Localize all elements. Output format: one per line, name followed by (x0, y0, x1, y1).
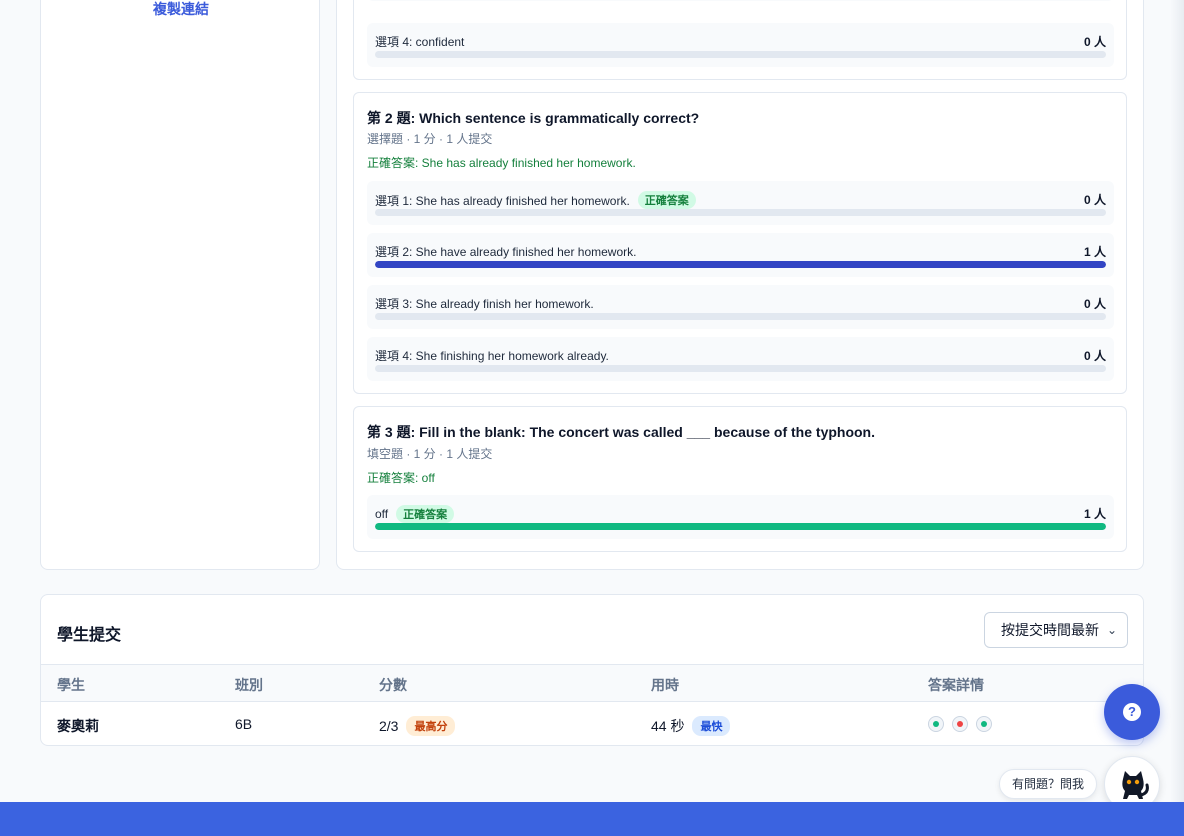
question-card-2: 第 2 題: Which sentence is grammatically c… (353, 92, 1127, 394)
chevron-down-icon: ⌄ (1106, 623, 1117, 637)
column-time: 用時 (651, 677, 679, 693)
option-label: 選項 4: She finishing her homework already… (375, 349, 609, 363)
column-answers: 答案詳情 (928, 677, 984, 693)
question-title: 第 2 題: Which sentence is grammatically c… (367, 110, 700, 126)
answer-wrong-dot[interactable] (952, 716, 968, 732)
option-count: 1 人 (1083, 245, 1106, 259)
option-bar-track (375, 261, 1106, 268)
question-card-3: 第 3 題: Fill in the blank: The concert wa… (353, 406, 1127, 552)
option-bar-track (375, 313, 1106, 320)
sort-select[interactable]: 按提交時間最新 ⌄ (984, 612, 1128, 648)
option-label: off 正確答案 (375, 505, 455, 523)
student-score: 2/3 最高分 (379, 716, 456, 736)
table-header: 學生 班別 分數 用時 答案詳情 (41, 664, 1143, 702)
option-label: 選項 2: She have already finished her home… (375, 245, 637, 259)
help-button[interactable]: ? (1104, 684, 1160, 740)
option-count: 0 人 (1083, 193, 1106, 207)
option-bar-fill (375, 261, 1106, 268)
question-1-option-4: 選項 4: confident 0 人 (367, 23, 1114, 67)
option-count: 0 人 (1083, 349, 1106, 363)
question-circle-icon: ? (1123, 703, 1141, 721)
option-bar-track (375, 523, 1106, 530)
question-2-option-3: 選項 3: She already finish her homework. 0… (367, 285, 1114, 329)
answer-correct-dot[interactable] (976, 716, 992, 732)
option-bar-track (375, 365, 1106, 372)
page-edge-shadow (1170, 0, 1184, 802)
student-name: 麥奧莉 (57, 718, 99, 734)
table-row[interactable]: 麥奧莉 6B 2/3 最高分 44 秒 最快 (41, 702, 1143, 746)
column-score: 分數 (379, 677, 407, 693)
option-label: 選項 1: She has already finished her homew… (375, 191, 696, 209)
question-2-option-4: 選項 4: She finishing her homework already… (367, 337, 1114, 381)
answer-details (928, 716, 992, 732)
column-student: 學生 (57, 677, 85, 693)
option-label: 選項 4: confident (375, 35, 465, 49)
question-1-option-3 (367, 0, 1114, 1)
option-bar-track (375, 209, 1106, 216)
correct-answer-text: 正確答案: off (367, 471, 435, 485)
sort-selected-value: 按提交時間最新 (1001, 622, 1099, 638)
student-submissions-card: 學生提交 按提交時間最新 ⌄ 學生 班別 分數 用時 答案詳情 麥奧莉 6B 2… (40, 594, 1144, 746)
correct-answer-text: 正確答案: She has already finished her homew… (367, 156, 636, 170)
correct-answer-badge: 正確答案 (396, 505, 455, 523)
footer-bar (0, 802, 1184, 836)
ask-me-button[interactable]: 有問題？問我 (999, 769, 1097, 799)
question-2-option-1: 選項 1: She has already finished her homew… (367, 181, 1114, 225)
top-score-badge: 最高分 (406, 716, 456, 736)
option-count: 0 人 (1083, 297, 1106, 311)
copy-link-button[interactable]: 複製連結 (153, 0, 209, 19)
option-label: 選項 3: She already finish her homework. (375, 297, 594, 311)
fastest-badge: 最快 (692, 716, 731, 736)
correct-answer-badge: 正確答案 (637, 191, 696, 209)
quiz-info-panel: 複製連結 (40, 0, 320, 570)
question-meta: 填空題 · 1 分 · 1 人提交 (367, 447, 493, 461)
option-count: 1 人 (1083, 507, 1106, 521)
question-card-1: 選項 4: confident 0 人 (353, 0, 1127, 80)
option-bar-fill (375, 523, 1106, 530)
student-time: 44 秒 最快 (651, 716, 731, 736)
option-count: 0 人 (1083, 35, 1106, 49)
answer-correct-dot[interactable] (928, 716, 944, 732)
question-3-option-1: off 正確答案 1 人 (367, 495, 1114, 539)
student-class: 6B (235, 716, 253, 732)
submissions-title: 學生提交 (57, 627, 122, 644)
question-2-option-2: 選項 2: She have already finished her home… (367, 233, 1114, 277)
option-bar-track (375, 51, 1106, 58)
question-meta: 選擇題 · 1 分 · 1 人提交 (367, 132, 493, 146)
question-title: 第 3 題: Fill in the blank: The concert wa… (367, 424, 875, 440)
column-class: 班別 (235, 677, 263, 693)
